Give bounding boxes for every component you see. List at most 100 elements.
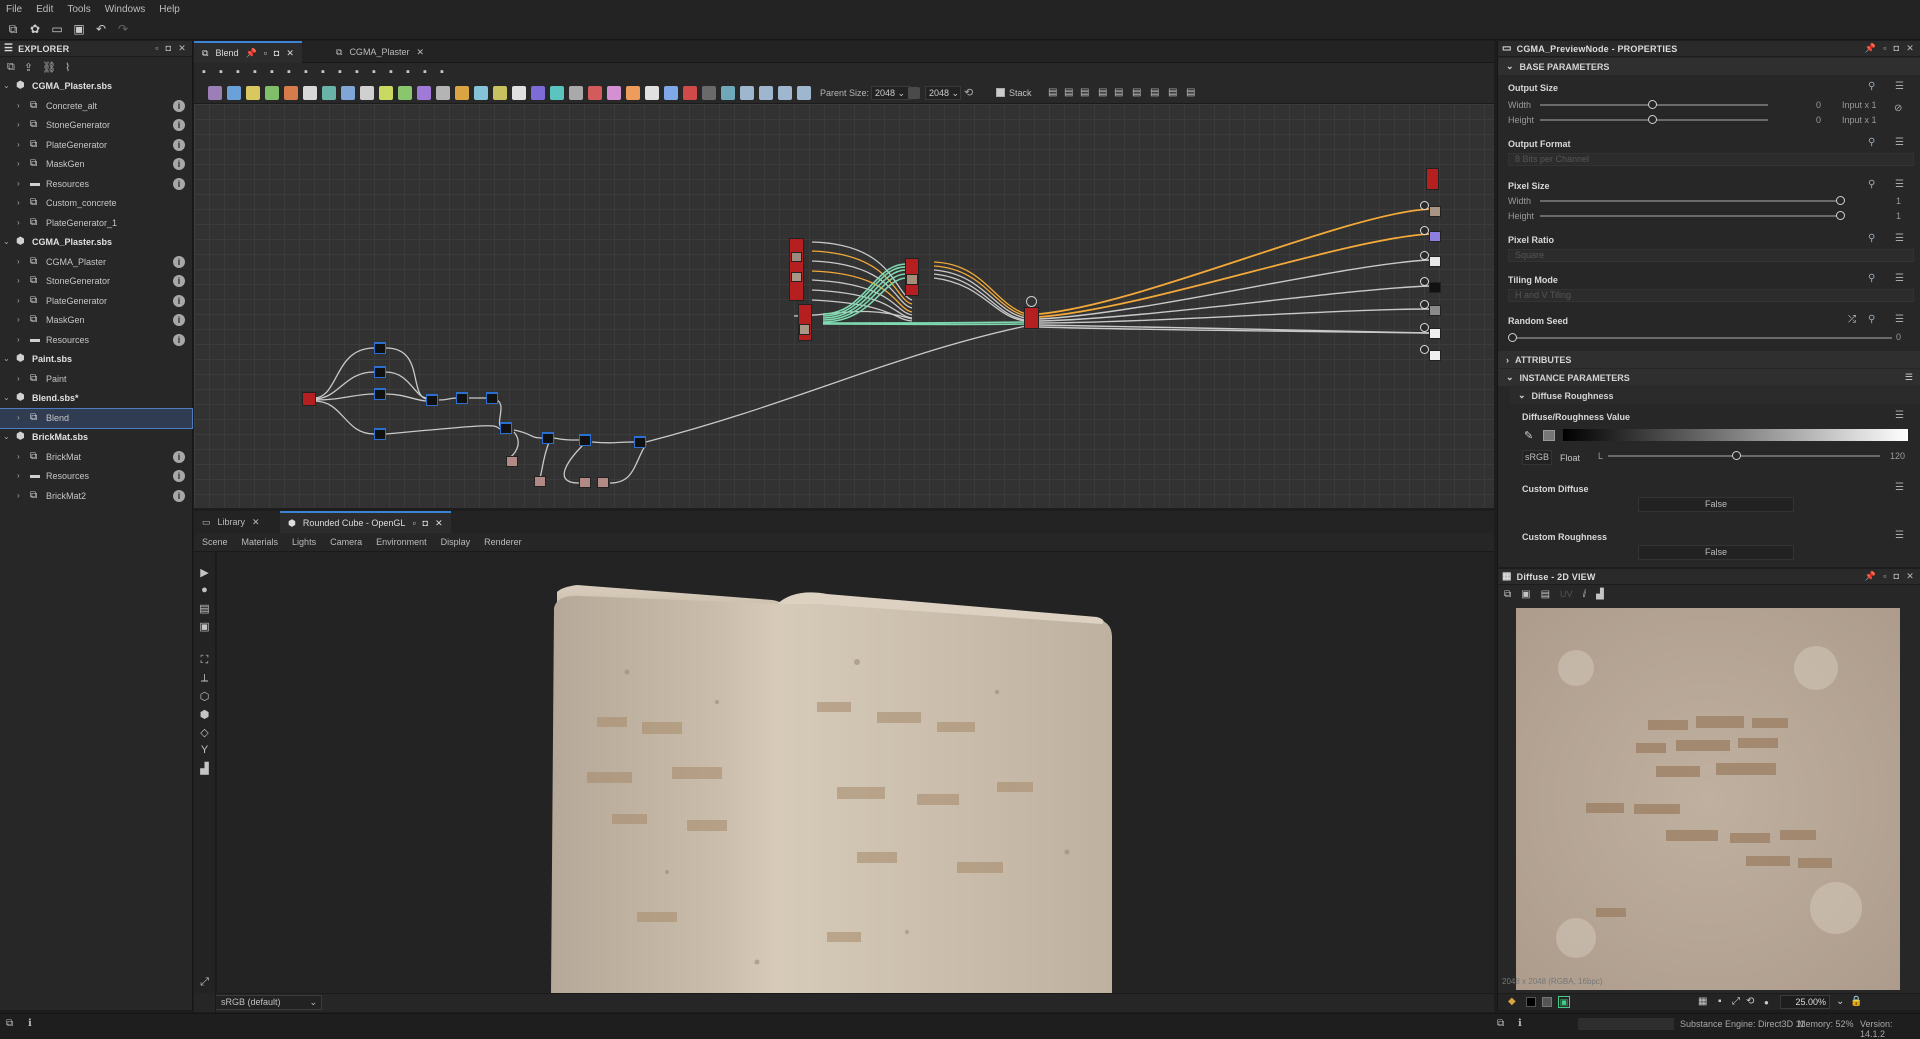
atomic-node-icon[interactable] [721,86,735,100]
output-node[interactable] [1429,282,1441,293]
menu-scene[interactable]: Scene [202,537,228,547]
chevron-right-icon[interactable]: › [17,452,20,461]
output-node-top[interactable] [1426,168,1439,190]
atomic-node-icon[interactable] [626,86,640,100]
stats-icon[interactable]: ▟ [197,762,212,776]
atomic-node-icon[interactable] [550,86,564,100]
align-icon[interactable]: ▤ [1186,87,1195,98]
atomic-node-icon[interactable] [664,86,678,100]
new-graph-icon[interactable]: ⧉ [7,61,15,74]
atomic-node-icon[interactable] [607,86,621,100]
param-menu-icon[interactable]: ☰ [1895,530,1904,541]
param-menu-icon[interactable]: ☰ [1895,179,1904,190]
explorer-toggle-icon[interactable]: ⧉ [6,1018,13,1029]
save-all-icon[interactable]: ▣ [72,22,86,36]
plane-icon[interactable]: ◇ [197,726,212,740]
menu-camera[interactable]: Camera [330,537,362,547]
info-icon[interactable]: i [173,333,185,346]
atomic-node-icon[interactable] [474,86,488,100]
param-menu-icon[interactable]: ☰ [1895,137,1904,148]
chevron-right-icon[interactable]: › [17,159,20,168]
chevron-down-icon[interactable]: ⌄ [3,237,10,246]
explorer-package-row[interactable]: ⌄ ⬢ Blend.sbs* [0,389,192,408]
param-menu-icon[interactable]: ☰ [1895,233,1904,244]
redo-icon[interactable]: ↷ [116,22,130,36]
eyedropper-icon[interactable]: ✎ [1524,429,1533,442]
atomic-node-icon[interactable] [778,86,792,100]
atomic-node-icon[interactable] [531,86,545,100]
explorer-graph-row[interactable]: › ⧉ PlateGenerator_1 [0,214,192,233]
channels-icon[interactable]: ▣ [1558,996,1570,1008]
menu-lights[interactable]: Lights [292,537,316,547]
info-icon[interactable]: i [173,119,185,131]
atomic-node-icon[interactable] [208,86,222,100]
color-swatch[interactable] [1543,430,1555,441]
chevron-down-icon[interactable]: ⌄ [3,432,10,441]
output-node[interactable] [1429,328,1441,339]
float-icon[interactable]: ▫ [1883,43,1886,54]
tile-icon[interactable]: ▪ [1718,996,1722,1007]
chevron-right-icon[interactable]: › [17,296,20,305]
chevron-right-icon[interactable]: › [17,218,20,227]
preview-node[interactable] [1024,307,1039,329]
frame-icon[interactable]: ⛶ [197,654,212,668]
output-size-dropdown[interactable]: 2048 ⌄ [925,86,961,100]
float-icon[interactable]: ▫ [264,48,267,58]
grayscale-gradient[interactable] [1563,429,1908,441]
chevron-right-icon[interactable]: › [17,471,20,480]
copy-icon[interactable]: ⧉ [1504,589,1511,600]
open-folder-icon[interactable]: ▭ [50,22,64,36]
environment-icon[interactable]: ▤ [197,602,212,616]
camera-icon[interactable]: ▪ [236,66,240,78]
info-icon[interactable]: ℹ [1518,1018,1522,1029]
graph-node[interactable] [579,434,591,446]
close-icon[interactable]: ✕ [416,47,424,58]
param-menu-icon[interactable]: ☰ [1895,482,1904,493]
save-icon[interactable]: ▣ [1521,589,1530,600]
output-height-knob[interactable] [1648,115,1657,124]
info-icon[interactable]: i [173,138,185,151]
link-param-icon[interactable]: ⚲ [1868,233,1875,244]
node-graph-canvas[interactable] [194,104,1494,508]
chevron-right-icon[interactable]: › [17,101,20,110]
atomic-node-icon[interactable] [284,86,298,100]
link-param-icon[interactable]: ⚲ [1868,273,1875,284]
bitmap-input-node[interactable] [302,392,316,406]
import-icon[interactable]: ⇪ [24,61,33,74]
lock-icon[interactable]: 🔒 [1850,996,1862,1007]
atomic-node-icon[interactable] [797,86,811,100]
info-icon[interactable]: i [173,470,185,482]
maximize-icon[interactable]: ◘ [423,518,428,528]
align-icon[interactable]: ▤ [1150,87,1159,98]
explorer-folder-row[interactable]: › ▬ Resources i [0,467,192,486]
group-diffuse-roughness[interactable]: ⌄ Diffuse Roughness [1510,387,1920,404]
info-icon[interactable]: i [173,255,185,268]
tiling-mode-dropdown[interactable]: H and V Tiling [1508,289,1914,302]
param-menu-icon[interactable]: ☰ [1895,81,1904,92]
parent-size-dropdown[interactable]: 2048 ⌄ [871,86,911,100]
atomic-node-icon[interactable] [759,86,773,100]
align-icon[interactable]: ▤ [1132,87,1141,98]
chevron-down-icon[interactable]: ⌄ [3,393,10,402]
atomic-node-icon[interactable] [227,86,241,100]
custom-roughness-toggle[interactable]: False [1638,545,1794,560]
close-icon[interactable]: ✕ [1906,571,1914,582]
screenshot-icon[interactable]: ▣ [197,620,212,634]
tab-library[interactable]: ▭ Library ✕ [194,511,268,533]
random-seed-slider[interactable] [1512,337,1892,339]
share-icon[interactable]: ▪ [304,66,308,78]
explorer-graph-row[interactable]: › ⧉ CGMA_Plaster i [0,253,192,272]
explorer-package-row[interactable]: ⌄ ⬢ Paint.sbs [0,350,192,369]
split-icon[interactable]: ▪ [389,66,393,78]
3d-viewport[interactable] [217,552,1494,993]
atomic-node-icon[interactable] [360,86,374,100]
graph-node[interactable] [500,422,512,434]
tab-cgma-plaster[interactable]: ⧉ CGMA_Plaster ✕ [328,41,432,63]
axis-icon[interactable]: ⟂ [197,672,212,686]
reset-size-icon[interactable]: ⟲ [964,86,973,99]
arrows-icon[interactable]: ▪ [287,66,291,78]
gray-bg-icon[interactable] [1542,997,1552,1007]
graph-node[interactable] [426,394,438,406]
info-icon[interactable]: i [173,275,185,287]
graph-node[interactable] [374,388,386,400]
